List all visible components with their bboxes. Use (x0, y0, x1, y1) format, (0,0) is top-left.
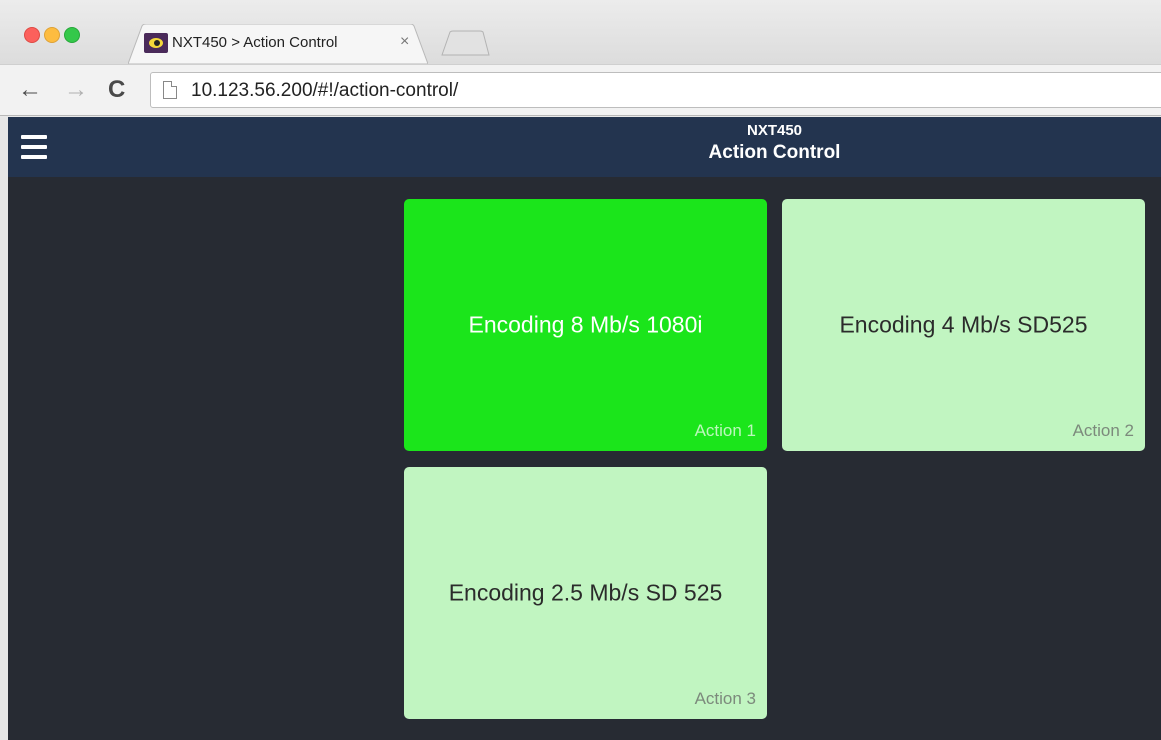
action-tile-3[interactable]: Encoding 2.5 Mb/s SD 525 Action 3 (404, 467, 767, 719)
window-edge (0, 117, 8, 740)
action-tile-label: Encoding 2.5 Mb/s SD 525 (448, 579, 723, 606)
arrow-left-icon[interactable]: ← (18, 75, 42, 105)
app-header: NXT450 Action Control (8, 117, 1161, 177)
arrow-right-icon[interactable]: → (64, 75, 88, 105)
browser-toolbar: ← → C 10.123.56.200/#!/action-control/ (0, 64, 1161, 116)
action-tile-2[interactable]: Encoding 4 Mb/s SD525 Action 2 (782, 199, 1145, 451)
tab-title: NXT450 > Action Control (172, 34, 338, 51)
action-tile-label: Encoding 4 Mb/s SD525 (839, 311, 1088, 338)
tab-strip: NXT450 > Action Control × (0, 0, 1161, 64)
browser-tab[interactable]: NXT450 > Action Control × (128, 24, 428, 64)
action-number: Action 3 (694, 689, 756, 708)
action-tile-1[interactable]: Encoding 8 Mb/s 1080i Action 1 (404, 199, 767, 451)
action-tile-label: Encoding 8 Mb/s 1080i (468, 311, 703, 338)
close-window-button[interactable] (24, 27, 40, 43)
browser-window: NXT450 > Action Control × ← → C 10.123.5… (0, 0, 1161, 740)
action-number: Action 2 (1072, 421, 1134, 440)
action-number: Action 1 (694, 421, 756, 440)
action-grid: Encoding 8 Mb/s 1080i Action 1 Encoding … (8, 177, 1161, 740)
minimize-window-button[interactable] (44, 27, 60, 43)
url-text[interactable]: 10.123.56.200/#!/action-control/ (191, 80, 458, 102)
reload-icon[interactable]: C (108, 75, 125, 105)
tab-close-icon[interactable]: × (400, 33, 409, 51)
device-name: NXT450 (746, 122, 803, 139)
page-title: Action Control (708, 142, 841, 163)
address-bar[interactable]: 10.123.56.200/#!/action-control/ (150, 72, 1161, 108)
site-favicon-icon (144, 33, 168, 53)
zoom-window-button[interactable] (64, 27, 80, 43)
new-tab-button[interactable] (440, 30, 490, 56)
page-icon (163, 81, 177, 99)
